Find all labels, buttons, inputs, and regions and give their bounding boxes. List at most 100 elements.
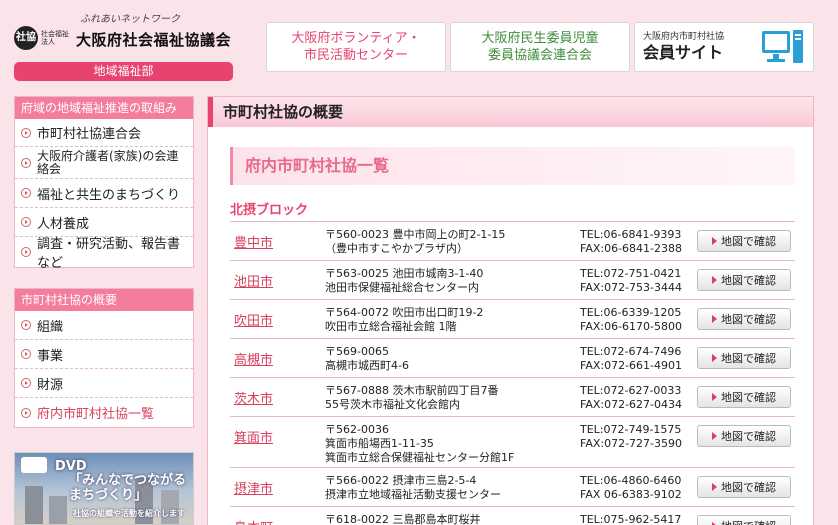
block-title: 北摂ブロック [230,203,309,218]
shakyo-table: 豊中市 〒560-0023 豊中市岡上の町2-1-15 （豊中市すこやかプラザ内… [230,221,795,525]
video-camera-icon [21,457,47,473]
map-button[interactable]: 地図で確認 [697,347,791,369]
city-link[interactable]: 吹田市 [230,300,325,338]
sidebar-item-zaigen[interactable]: 財源 [15,369,193,398]
circle-arrow-icon [21,407,31,418]
fax: FAX:06-6841-2388 [580,242,683,255]
address: 〒560-0023 豊中市岡上の町2-1-15 （豊中市すこやかプラザ内） [325,222,580,260]
address-line: 箕面市立総合保健福祉センター分館1F [325,451,515,464]
table-row: 島本町 〒618-0022 三島郡島本町桜井 TEL:075-962-5417 … [230,506,795,525]
city-link[interactable]: 茨木市 [230,378,325,416]
city-link[interactable]: 箕面市 [230,417,325,467]
tel: TEL:06-4860-6460 [580,474,682,487]
dvd-banner[interactable]: DVD 「みんなでつながる まちづくり」 社協の組織や活動を紹介します [14,452,194,525]
address-line: 〒564-0072 吹田市出口町19-2 [325,306,484,319]
map-button-label: 地図で確認 [721,274,776,287]
map-button[interactable]: 地図で確認 [697,230,791,252]
contact: TEL:06-6339-1205 FAX:06-6170-5800 [580,300,698,338]
emblem-icon: 社協 [14,26,38,50]
arrow-right-icon [712,354,717,362]
address-line: 吹田市立総合福祉会館 1階 [325,320,457,333]
tel: TEL:06-6339-1205 [580,306,682,319]
map-button[interactable]: 地図で確認 [697,515,791,525]
address: 〒562-0036 箕面市船場西1-11-35 箕面市立総合保健福祉センター分館… [325,417,580,467]
sidebar-section2-title: 市町村社協の概要 [15,289,193,311]
tel: TEL:072-751-0421 [580,267,682,280]
address-line: 箕面市船場西1-11-35 [325,437,434,450]
map-button-label: 地図で確認 [721,391,776,404]
address-line: 〒569-0065 [325,345,389,358]
table-row: 池田市 〒563-0025 池田市城南3-1-40 池田市保健福祉総合センター内… [230,260,795,299]
sidebar-item-shakyo-list[interactable]: 府内市町村社協一覧 [15,398,193,427]
volunteer-center-banner[interactable]: 大阪府ボランティア・ 市民活動センター [266,22,446,72]
department-tab: 地域福祉部 [14,62,233,81]
page-title: 市町村社協の概要 [208,97,813,127]
city-link[interactable]: 豊中市 [230,222,325,260]
org-name: 大阪府社会福祉協議会 [76,31,232,49]
logo-hojin: 社会福祉法人 [41,30,69,46]
map-button[interactable]: 地図で確認 [697,476,791,498]
address-line: 〒566-0022 摂津市三島2-5-4 [325,474,477,487]
city-link[interactable]: 高槻市 [230,339,325,377]
contact: TEL:072-627-0033 FAX:072-627-0434 [580,378,698,416]
circle-arrow-icon [21,378,31,388]
table-row: 茨木市 〒567-0888 茨木市駅前四丁目7番 55号茨木市福祉文化会館内 T… [230,377,795,416]
city-link[interactable]: 摂津市 [230,468,325,506]
fax: FAX:072-661-4901 [580,359,683,372]
sidebar-item-machizukuri[interactable]: 福祉と共生のまちづくり [15,179,193,208]
city-link[interactable]: 島本町 [230,507,325,525]
sidebar-section1-title: 府域の地域福祉推進の取組み [15,97,193,119]
map-button[interactable]: 地図で確認 [697,386,791,408]
map-button[interactable]: 地図で確認 [697,425,791,447]
computer-icon [762,30,803,63]
sidebar-item-research[interactable]: 調査・研究活動、報告書など [15,237,193,271]
volunteer-banner-line1: 大阪府ボランティア・ [291,31,421,46]
sidebar-item-label: 市町村社協連合会 [37,127,142,142]
sidebar-item-label: 組織 [37,319,64,335]
member-banner-main: 会員サイト [643,43,724,62]
map-button-label: 地図で確認 [721,235,776,248]
circle-arrow-icon [21,320,31,330]
contact: TEL:072-674-7496 FAX:072-661-4901 [580,339,698,377]
map-button-label: 地図で確認 [721,518,776,525]
address-line: 55号茨木市福祉文化会館内 [325,398,460,411]
sidebar-item-jigyo[interactable]: 事業 [15,340,193,369]
minsei-banner-line1: 大阪府民生委員児童 [481,31,599,46]
table-row: 箕面市 〒562-0036 箕面市船場西1-11-35 箕面市立総合保健福祉セン… [230,416,795,467]
fax: FAX:072-753-3444 [580,281,683,294]
fax: FAX 06-6383-9102 [580,488,682,501]
sidebar-item-label: 調査・研究活動、報告書など [37,237,181,271]
address-line: 〒567-0888 茨木市駅前四丁目7番 [325,384,499,397]
arrow-right-icon [712,315,717,323]
address: 〒564-0072 吹田市出口町19-2 吹田市立総合福祉会館 1階 [325,300,580,338]
arrow-right-icon [712,276,717,284]
sidebar-item-label: 人材養成 [37,216,90,232]
sidebar-item-caregivers[interactable]: 大阪府介護者(家族)の会連絡会 [15,147,193,179]
address-line: 〒562-0036 [325,423,389,436]
contact: TEL:075-962-5417 [580,507,698,525]
address-line: 摂津市立地域福祉活動支援センター [325,488,501,501]
city-link[interactable]: 池田市 [230,261,325,299]
tel: TEL:072-674-7496 [580,345,682,358]
dvd-caption: 社協の組織や活動を紹介します [73,509,185,518]
dvd-title: 「みんなでつながる まちづくり」 [69,473,186,503]
arrow-right-icon [712,237,717,245]
minsei-banner-line2: 委員協議会連合会 [487,48,592,63]
sidebar-item-soshiki[interactable]: 組織 [15,311,193,340]
sidebar-item-label: 福祉と共生のまちづくり [37,187,181,203]
member-site-banner[interactable]: 大阪府内市町村社協 会員サイト [634,22,814,72]
tel: TEL:072-627-0033 [580,384,682,397]
site-logo[interactable]: ふれあいネットワーク 社協 社会福祉法人 大阪府社会福祉協議会 [14,10,238,56]
map-button[interactable]: 地図で確認 [697,269,791,291]
map-button[interactable]: 地図で確認 [697,308,791,330]
map-button-label: 地図で確認 [721,313,776,326]
arrow-right-icon [712,483,717,491]
minsei-iin-banner[interactable]: 大阪府民生委員児童 委員協議会連合会 [450,22,630,72]
tel: TEL:06-6841-9393 [580,228,682,241]
sidebar-section-overview: 市町村社協の概要 組織 事業 財源 府内市町村社協一覧 [14,288,194,428]
sidebar-item-shakyo-rengokai[interactable]: 市町村社協連合会 [15,119,193,147]
logo-tagline: ふれあいネットワーク [80,14,180,25]
member-banner-sub: 大阪府内市町村社協 [643,32,725,42]
map-button-label: 地図で確認 [721,430,776,443]
circle-arrow-icon [21,157,31,168]
